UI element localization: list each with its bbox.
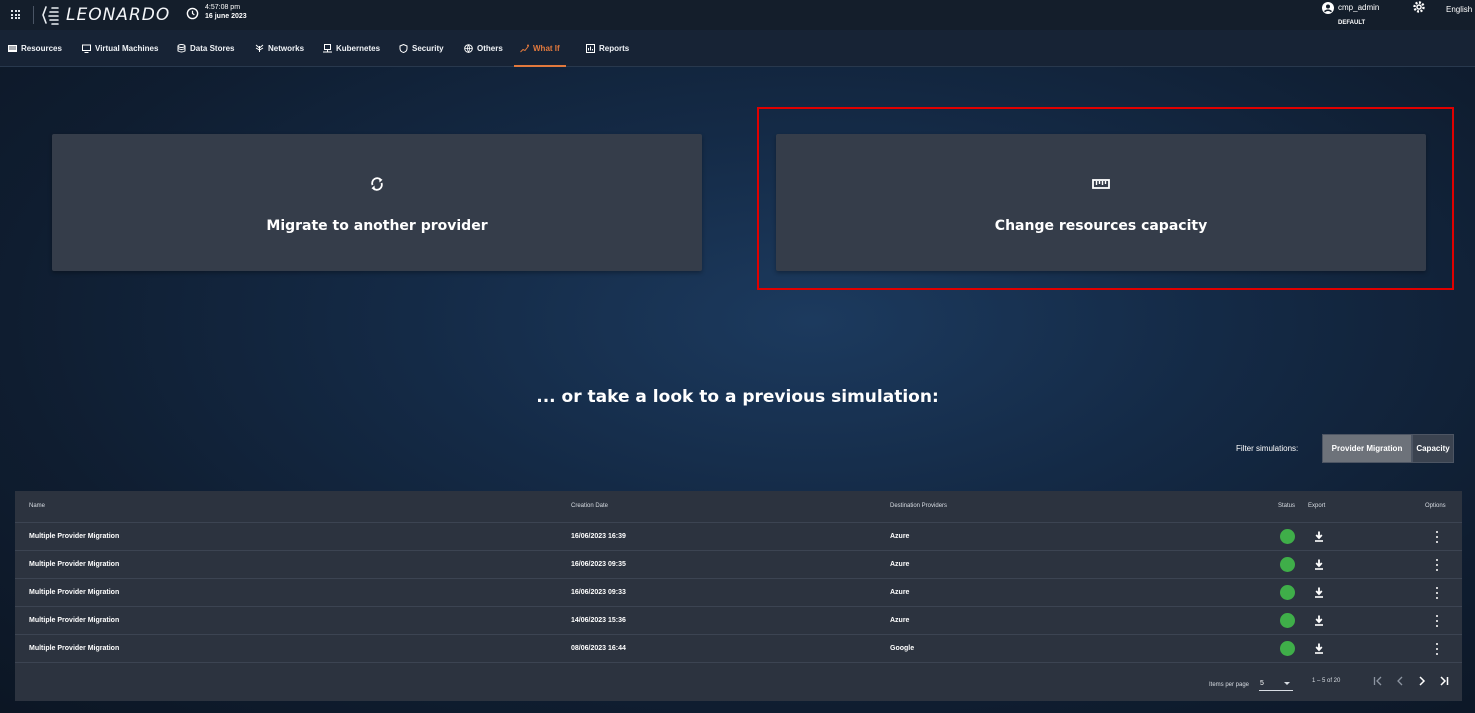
filter-label: Filter simulations: <box>1236 444 1299 453</box>
migrate-provider-card[interactable]: Migrate to another provider <box>52 134 702 271</box>
download-icon[interactable] <box>1314 587 1324 598</box>
items-per-page-label: Items per page <box>1209 682 1250 688</box>
column-header-export: Export <box>1308 503 1326 509</box>
database-icon <box>177 44 186 53</box>
clock-icon <box>186 7 199 20</box>
table-row[interactable]: Multiple Provider Migration 16/06/2023 0… <box>15 551 1462 579</box>
status-indicator <box>1280 641 1295 656</box>
table-row[interactable]: Multiple Provider Migration 14/06/2023 1… <box>15 607 1462 635</box>
download-icon[interactable] <box>1314 559 1324 570</box>
nav-item-data-stores[interactable]: Data Stores <box>177 30 234 67</box>
table-header: Name Creation Date Destination Providers… <box>15 491 1462 523</box>
column-header-name[interactable]: Name <box>29 503 45 509</box>
gear-icon[interactable] <box>1412 0 1426 14</box>
nav-item-virtual-machines[interactable]: Virtual Machines <box>82 30 158 67</box>
last-page-icon[interactable] <box>1437 674 1451 688</box>
row-creation-date: 16/06/2023 09:33 <box>571 589 626 596</box>
network-icon <box>255 44 264 52</box>
status-indicator <box>1280 613 1295 628</box>
next-page-icon[interactable] <box>1415 674 1429 688</box>
whatif-icon <box>520 44 529 53</box>
more-vert-icon[interactable] <box>1435 531 1439 543</box>
datetime: 4:57:08 pm 16 june 2023 <box>205 3 247 21</box>
more-vert-icon[interactable] <box>1435 643 1439 655</box>
paginator: Items per page 5 1 – 5 of 20 <box>15 663 1462 701</box>
more-vert-icon[interactable] <box>1435 615 1439 627</box>
server-icon <box>8 45 17 52</box>
logo: LEONARDO <box>40 4 170 26</box>
sync-icon <box>371 177 383 191</box>
row-name: Multiple Provider Migration <box>29 533 120 540</box>
nav-item-networks[interactable]: Networks <box>255 30 304 67</box>
logo-text: LEONARDO <box>66 5 171 25</box>
main-nav: Resources Virtual Machines Data Stores N… <box>0 30 1475 67</box>
kubernetes-icon <box>323 44 332 53</box>
nav-item-what-if[interactable]: What If <box>514 30 566 67</box>
row-creation-date: 08/06/2023 16:44 <box>571 645 626 652</box>
simulations-table: Name Creation Date Destination Providers… <box>15 491 1462 701</box>
table-row[interactable]: Multiple Provider Migration 16/06/2023 1… <box>15 523 1462 551</box>
row-creation-date: 16/06/2023 16:39 <box>571 533 626 540</box>
row-destination: Azure <box>890 589 910 596</box>
account-circle-icon <box>1322 2 1334 14</box>
language-selector[interactable]: English <box>1446 5 1472 14</box>
dropdown-arrow-icon <box>1284 682 1290 685</box>
nav-item-others[interactable]: Others <box>464 30 503 67</box>
globe-icon <box>464 44 473 53</box>
filter-capacity-button[interactable]: Capacity <box>1412 434 1454 463</box>
nav-item-reports[interactable]: Reports <box>586 30 629 67</box>
shield-icon <box>399 44 408 53</box>
more-vert-icon[interactable] <box>1435 559 1439 571</box>
monitor-icon <box>82 44 91 53</box>
row-destination: Google <box>890 645 915 652</box>
nav-item-security[interactable]: Security <box>399 30 444 67</box>
download-icon[interactable] <box>1314 531 1324 542</box>
change-capacity-label: Change resources capacity <box>994 218 1208 234</box>
row-destination: Azure <box>890 561 910 568</box>
user-name: cmp_admin <box>1338 3 1380 12</box>
first-page-icon[interactable] <box>1371 674 1385 688</box>
filter-provider-migration-button[interactable]: Provider Migration <box>1322 434 1412 463</box>
filter-toggle-group: Provider Migration Capacity <box>1322 434 1454 463</box>
previous-page-icon[interactable] <box>1393 674 1407 688</box>
row-name: Multiple Provider Migration <box>29 645 120 652</box>
page-size-value: 5 <box>1260 680 1264 687</box>
user-role: DEFAULT <box>1338 20 1366 26</box>
row-destination: Azure <box>890 617 910 624</box>
current-time: 4:57:08 pm <box>205 4 241 11</box>
row-creation-date: 14/06/2023 15:36 <box>571 617 626 624</box>
previous-simulations-heading: ... or take a look to a previous simulat… <box>536 387 939 407</box>
page-range-label: 1 – 5 of 20 <box>1312 678 1341 684</box>
top-bar: LEONARDO 4:57:08 pm 16 june 2023 cmp_adm… <box>0 0 1475 30</box>
column-header-destination[interactable]: Destination Providers <box>890 503 947 509</box>
column-header-options: Options <box>1425 503 1446 509</box>
column-header-creation-date[interactable]: Creation Date <box>571 503 608 509</box>
table-row[interactable]: Multiple Provider Migration 16/06/2023 0… <box>15 579 1462 607</box>
apps-grid-icon[interactable] <box>11 10 20 19</box>
row-name: Multiple Provider Migration <box>29 589 120 596</box>
divider <box>33 6 34 24</box>
more-vert-icon[interactable] <box>1435 587 1439 599</box>
download-icon[interactable] <box>1314 643 1324 654</box>
row-destination: Azure <box>890 533 910 540</box>
status-indicator <box>1280 557 1295 572</box>
row-name: Multiple Provider Migration <box>29 617 120 624</box>
row-creation-date: 16/06/2023 09:35 <box>571 561 626 568</box>
nav-item-kubernetes[interactable]: Kubernetes <box>323 30 380 67</box>
change-capacity-card[interactable]: Change resources capacity <box>776 134 1426 271</box>
status-indicator <box>1280 585 1295 600</box>
leonardo-logo-icon <box>42 6 59 25</box>
table-row[interactable]: Multiple Provider Migration 08/06/2023 1… <box>15 635 1462 663</box>
migrate-provider-label: Migrate to another provider <box>266 218 488 234</box>
ruler-icon <box>1092 179 1110 189</box>
column-header-status: Status <box>1278 503 1296 509</box>
download-icon[interactable] <box>1314 615 1324 626</box>
nav-item-resources[interactable]: Resources <box>8 30 62 67</box>
row-name: Multiple Provider Migration <box>29 561 120 568</box>
report-icon <box>586 44 595 53</box>
status-indicator <box>1280 529 1295 544</box>
page-size-select[interactable]: 5 <box>1259 677 1293 691</box>
current-date: 16 june 2023 <box>205 13 247 20</box>
